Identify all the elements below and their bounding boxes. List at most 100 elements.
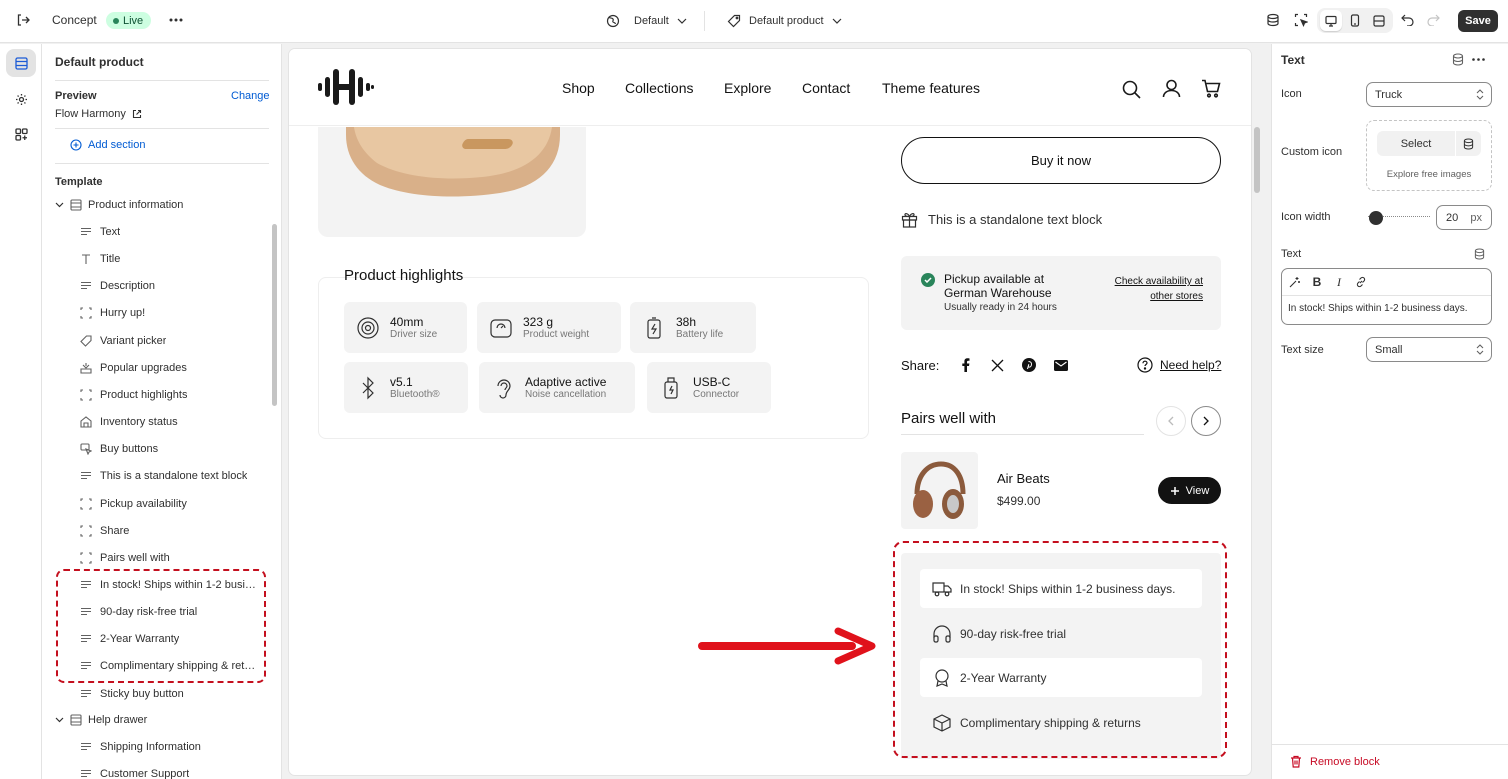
italic-icon[interactable]: I [1332, 275, 1346, 289]
desktop-view-icon[interactable] [1320, 10, 1342, 31]
preview-label: Preview [55, 90, 97, 102]
text-lines-icon [81, 742, 91, 751]
pair-product-name[interactable]: Air Beats [997, 471, 1050, 486]
nav-link-collections[interactable]: Collections [625, 80, 693, 96]
save-button[interactable]: Save [1458, 10, 1498, 32]
fullscreen-view-icon[interactable] [1368, 10, 1390, 31]
pairs-title: Pairs well with [901, 410, 997, 427]
product-selector[interactable]: Default product [727, 11, 842, 31]
pair-product-price: $499.00 [997, 494, 1041, 508]
divider [55, 80, 269, 81]
block-item-label: Sticky buy button [100, 688, 184, 700]
bold-icon[interactable]: B [1310, 275, 1324, 289]
block-item[interactable]: Pickup availability [80, 493, 258, 515]
x-twitter-icon[interactable] [989, 357, 1005, 373]
remove-block-label: Remove block [1310, 755, 1380, 768]
database-icon[interactable] [1456, 131, 1481, 156]
block-item[interactable]: Text [80, 221, 258, 243]
sections-icon[interactable] [6, 49, 36, 77]
nav-link-explore[interactable]: Explore [724, 80, 771, 96]
link-icon[interactable] [1354, 275, 1368, 289]
magic-wand-icon[interactable] [1288, 275, 1302, 289]
block-item[interactable]: Hurry up! [80, 302, 258, 324]
external-link-icon [132, 109, 141, 119]
nav-link-contact[interactable]: Contact [802, 80, 850, 96]
block-item[interactable]: Customer Support [80, 763, 258, 779]
apps-icon[interactable] [6, 121, 36, 147]
highlight-value: v5.1 [390, 375, 413, 389]
add-section-button[interactable]: Add section [70, 139, 145, 151]
block-item[interactable]: This is a standalone text block [80, 465, 258, 487]
preview-scrollbar-thumb[interactable] [1254, 127, 1260, 193]
nav-link-shop[interactable]: Shop [562, 80, 595, 96]
block-item[interactable]: Description [80, 275, 258, 297]
ear-icon [497, 378, 511, 399]
block-item[interactable]: Product highlights [80, 384, 258, 406]
block-item-label: Product highlights [100, 389, 188, 401]
need-help-link[interactable]: Need help? [1137, 357, 1221, 373]
standalone-text-block: This is a standalone text block [901, 211, 1102, 228]
block-item[interactable]: Sticky buy button [80, 683, 258, 705]
account-icon[interactable] [1160, 77, 1182, 99]
more-icon[interactable] [1469, 51, 1487, 67]
exit-icon[interactable] [14, 11, 32, 29]
icon-width-slider-thumb[interactable] [1369, 211, 1383, 225]
text-lines-icon [81, 281, 91, 290]
text-lines-icon [81, 227, 91, 236]
section-icon [70, 199, 82, 211]
scrollbar-thumb[interactable] [272, 224, 277, 406]
explore-free-images-link[interactable]: Explore free images [1366, 169, 1492, 180]
icon-select-value: Truck [1375, 88, 1403, 101]
database-icon[interactable] [1264, 11, 1282, 29]
preview-product-link[interactable]: Flow Harmony [55, 108, 142, 120]
email-icon[interactable] [1053, 357, 1069, 373]
text-editor-content[interactable]: In stock! Ships within 1-2 business days… [1288, 303, 1468, 314]
icon-select[interactable]: Truck [1366, 82, 1492, 107]
template-selector[interactable]: Default [606, 11, 687, 31]
block-item[interactable]: Buy buttons [80, 438, 258, 460]
block-item[interactable]: Share [80, 520, 258, 542]
section-product-information[interactable]: Product information [55, 195, 183, 215]
block-item[interactable]: Title [80, 248, 258, 270]
block-outline-icon [80, 307, 92, 319]
carousel-next-button[interactable] [1191, 406, 1221, 436]
text-size-select[interactable]: Small [1366, 337, 1492, 362]
nav-link-theme-features[interactable]: Theme features [882, 80, 980, 96]
status-dot-icon [113, 17, 119, 24]
block-item[interactable]: Pairs well with [80, 547, 258, 569]
block-item[interactable]: Popular upgrades [80, 357, 258, 379]
divider [55, 128, 269, 129]
store-logo[interactable] [317, 67, 375, 107]
block-item[interactable]: Variant picker [80, 330, 258, 352]
database-icon[interactable] [1450, 51, 1466, 67]
usb-icon [664, 376, 678, 399]
database-icon[interactable] [1472, 247, 1486, 261]
view-product-button[interactable]: View [1158, 477, 1221, 504]
icon-width-input[interactable]: 20 px [1436, 205, 1492, 230]
pair-product-image[interactable] [901, 452, 978, 529]
section-help-drawer[interactable]: Help drawer [55, 712, 147, 728]
block-item[interactable]: Inventory status [80, 411, 258, 433]
search-icon[interactable] [1120, 78, 1142, 100]
pinterest-icon[interactable] [1021, 357, 1037, 373]
block-item[interactable]: Shipping Information [80, 736, 258, 758]
carousel-prev-button[interactable] [1156, 406, 1186, 436]
settings-gear-icon[interactable] [6, 86, 36, 112]
trash-icon [1291, 755, 1301, 768]
select-image-button[interactable]: Select [1377, 131, 1455, 156]
cart-icon[interactable] [1200, 77, 1222, 99]
block-item-label: Customer Support [100, 768, 190, 779]
mobile-view-icon[interactable] [1344, 10, 1366, 31]
check-availability-link[interactable]: Check availability at other stores [1095, 274, 1203, 304]
select-chevron-icon [1476, 89, 1484, 100]
highlight-value: 323 g [523, 315, 554, 329]
remove-block-button[interactable]: Remove block [1290, 755, 1380, 768]
facebook-icon[interactable] [957, 357, 973, 373]
undo-icon[interactable] [1398, 11, 1416, 29]
inspector-icon[interactable] [1292, 11, 1310, 29]
more-icon[interactable] [166, 11, 186, 29]
buy-now-button[interactable]: Buy it now [901, 137, 1221, 184]
change-preview-link[interactable]: Change [231, 90, 270, 102]
redo-icon[interactable] [1424, 11, 1442, 29]
template-heading: Template [55, 176, 103, 188]
